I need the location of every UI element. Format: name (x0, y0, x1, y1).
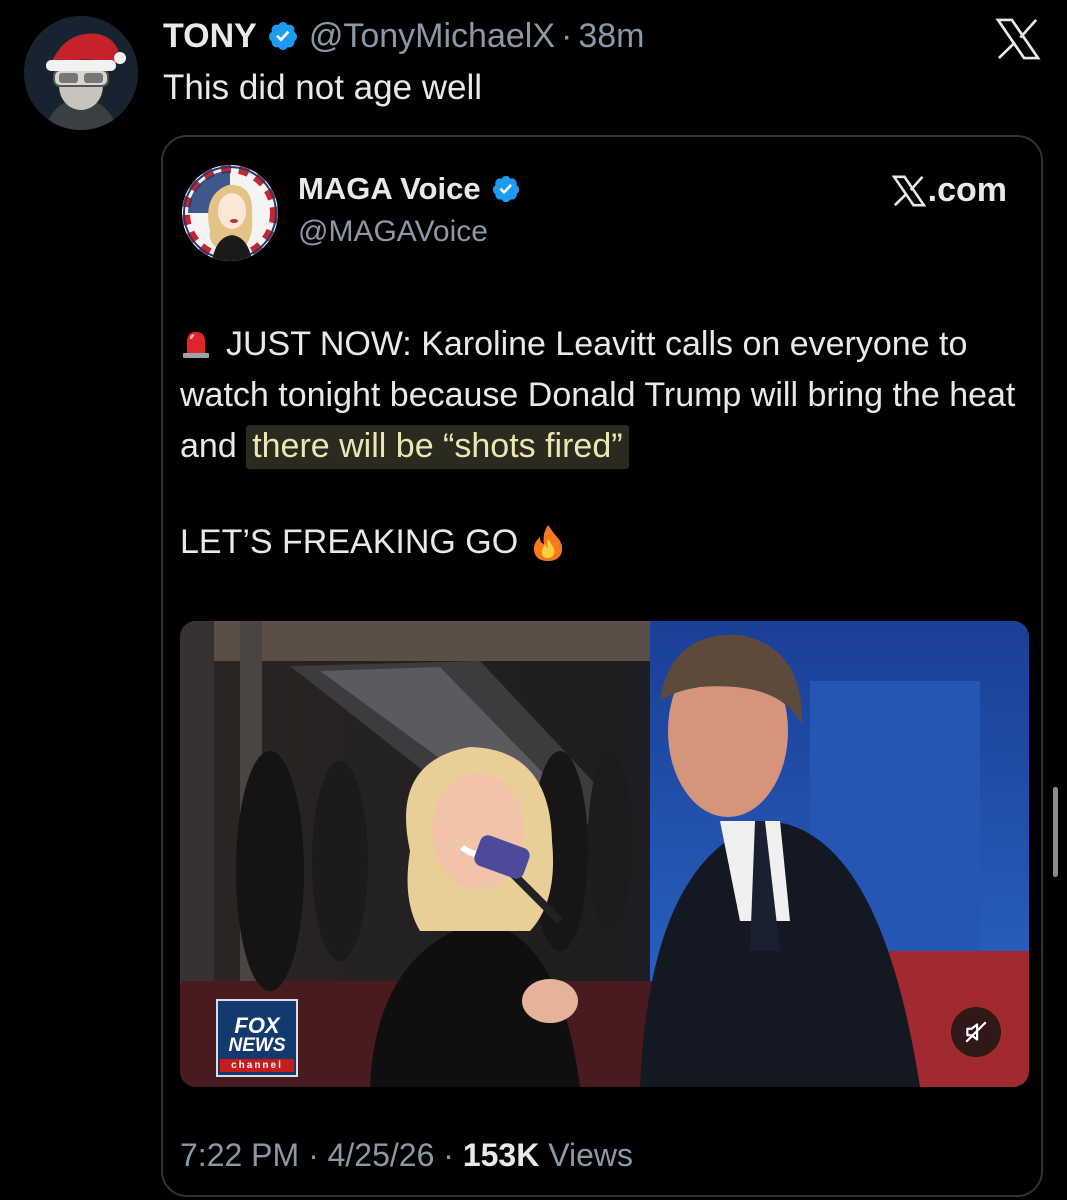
tweet-metadata: 7:22 PM · 4/25/26 · 153K Views (180, 1137, 633, 1174)
body-line2-text: LET’S FREAKING GO (180, 523, 519, 561)
police-light-emoji (183, 332, 209, 358)
verified-badge-icon (268, 22, 297, 50)
quoted-avatar[interactable] (182, 165, 278, 261)
scrollbar[interactable] (1053, 787, 1058, 877)
tweet-time[interactable]: 7:22 PM (180, 1137, 299, 1173)
video-frame (180, 621, 1029, 1087)
outer-avatar[interactable] (24, 16, 138, 130)
quoted-name-row: MAGA Voice (298, 171, 521, 207)
mute-button[interactable] (951, 1007, 1001, 1057)
outer-author-name[interactable]: TONY (163, 17, 257, 56)
quoted-tweet-line2: LET’S FREAKING GO (180, 523, 564, 562)
x-logo-icon (891, 175, 926, 206)
fox-news-logo: FOX NEWS channel (216, 999, 298, 1077)
separator-dot: · (308, 1137, 319, 1173)
logo-top-text: FOX (234, 1013, 280, 1038)
outer-timestamp[interactable]: 38m (578, 17, 644, 56)
logo-bottom-text: channel (220, 1059, 294, 1072)
quoted-tweet-card[interactable]: MAGA Voice @MAGAVoice .com JUST NOW: Kar… (161, 135, 1043, 1197)
source-label: .com (927, 171, 1007, 209)
views-label: Views (548, 1137, 633, 1173)
separator-dot: · (561, 16, 573, 55)
quoted-author-name[interactable]: MAGA Voice (298, 171, 481, 207)
fire-emoji (534, 524, 563, 561)
verified-badge-icon (492, 175, 519, 203)
highlighted-text: there will be “shots fired” (246, 425, 629, 469)
source-xcom[interactable]: .com (891, 171, 1007, 210)
avatar-image (182, 165, 278, 261)
speaker-muted-icon (965, 1021, 987, 1043)
quoted-handle[interactable]: @MAGAVoice (298, 215, 488, 249)
quoted-tweet-body: JUST NOW: Karoline Leavitt calls on ever… (180, 319, 1040, 472)
tweet-date[interactable]: 4/25/26 (328, 1137, 435, 1173)
views-count: 153K (462, 1137, 540, 1173)
separator-dot: · (443, 1137, 454, 1173)
avatar-image (24, 16, 138, 130)
outer-tweet-text: This did not age well (163, 68, 483, 107)
x-logo-icon[interactable] (995, 18, 1041, 60)
logo-mid-text: NEWS (228, 1035, 286, 1056)
outer-tweet-header: TONY @TonyMichaelX · 38m (163, 14, 644, 58)
video-player[interactable]: FOX NEWS channel (180, 621, 1029, 1087)
outer-handle[interactable]: @TonyMichaelX (309, 17, 555, 56)
